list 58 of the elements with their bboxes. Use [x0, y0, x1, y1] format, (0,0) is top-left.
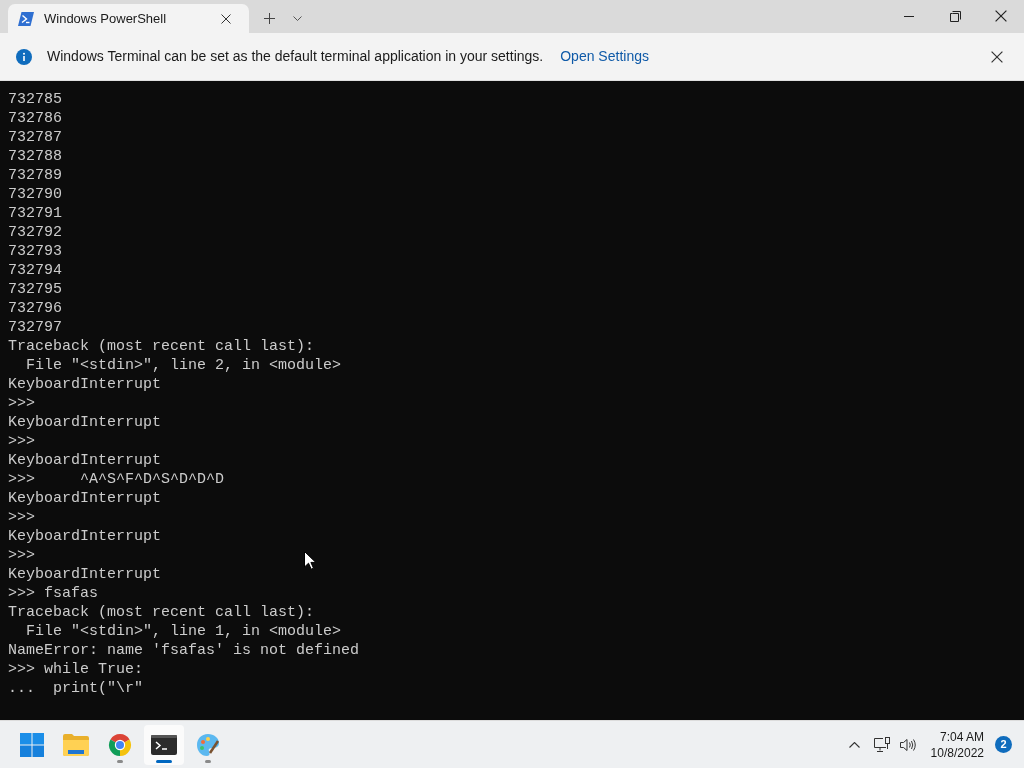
terminal-line: KeyboardInterrupt — [8, 375, 162, 394]
close-icon — [995, 10, 1007, 22]
terminal-line: 732785 — [8, 90, 62, 109]
notification-badge[interactable]: 2 — [995, 736, 1012, 753]
terminal-line: KeyboardInterrupt — [8, 565, 162, 584]
terminal-line: Traceback (most recent call last): — [8, 603, 315, 622]
terminal-line: File "<stdin>", line 2, in <module> — [25, 356, 342, 375]
terminal-line: 732797 — [8, 318, 62, 337]
close-icon — [221, 13, 231, 24]
terminal-line: Traceback (most recent call last): — [8, 337, 315, 356]
info-message: Windows Terminal can be set as the default terminal application in your settings. — [47, 47, 544, 66]
terminal-line: File "<stdin>", line 1, in <module> — [25, 622, 342, 641]
terminal-line: 732794 — [8, 261, 62, 280]
chevron-up-icon — [849, 741, 861, 748]
terminal-line: KeyboardInterrupt — [8, 527, 162, 546]
terminal-line: KeyboardInterrupt — [8, 451, 162, 470]
terminal-line: 732791 — [8, 204, 62, 223]
mouse-pointer-icon — [304, 551, 316, 570]
terminal-line: >>> fsafas — [8, 584, 98, 603]
terminal-line: >>> — [8, 432, 35, 451]
close-icon — [991, 50, 1003, 63]
terminal-line: 732787 — [8, 128, 62, 147]
terminal-line: 732795 — [8, 280, 62, 299]
terminal-line: ... print("\r" — [8, 679, 144, 698]
folder-icon — [63, 733, 89, 756]
close-tab-button[interactable] — [219, 11, 233, 26]
chevron-down-icon — [292, 15, 302, 21]
terminal-line: >>> — [8, 508, 35, 527]
tab-title: Windows PowerShell — [44, 9, 168, 28]
taskbar-app-button[interactable] — [144, 724, 184, 765]
terminal-line: >>> ^A^S^F^D^S^D^D^D — [8, 470, 225, 489]
terminal-line: 732786 — [8, 109, 62, 128]
terminal-line: KeyboardInterrupt — [8, 413, 162, 432]
palette-icon — [196, 732, 220, 757]
terminal-line: 732792 — [8, 223, 62, 242]
terminal-line: 732789 — [8, 166, 62, 185]
terminal-line: 732793 — [8, 242, 62, 261]
terminal-line: >>> — [8, 546, 35, 565]
speaker-icon — [899, 737, 916, 752]
terminal-line: 732796 — [8, 299, 62, 318]
terminal-prompt-icon — [18, 11, 34, 26]
minimize-icon — [904, 15, 914, 17]
terminal-line: NameError: name 'fsafas' is not defined — [8, 641, 360, 660]
terminal-icon — [151, 734, 177, 755]
plus-icon — [263, 12, 275, 24]
terminal-line: >>> — [8, 394, 35, 413]
terminal-line: >>> while True: — [8, 660, 144, 679]
terminal-line: KeyboardInterrupt — [8, 489, 162, 508]
terminal-line: 732790 — [8, 185, 62, 204]
clock-button[interactable]: 7:04 AM 10/8/2022 — [930, 728, 984, 761]
terminal-tab[interactable]: Windows PowerShell — [8, 4, 249, 33]
info-icon — [16, 48, 32, 65]
restore-icon — [949, 10, 961, 22]
open-settings-link[interactable]: Open Settings — [560, 46, 649, 67]
terminal-line: 732788 — [8, 147, 62, 166]
network-icon — [873, 737, 890, 752]
browser-icon — [108, 732, 132, 757]
windows-logo-icon — [20, 732, 44, 757]
